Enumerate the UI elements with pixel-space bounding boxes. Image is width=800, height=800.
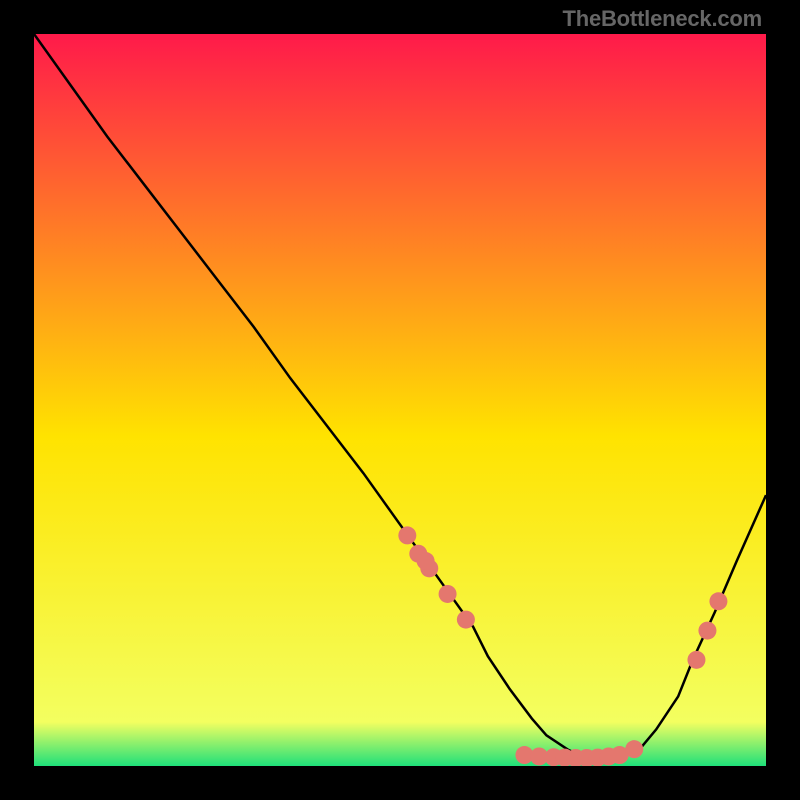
curve-marker [417,552,435,570]
curve-marker [698,622,716,640]
curve-marker [398,526,416,544]
gradient-background [34,34,766,766]
curve-marker [709,592,727,610]
chart-stage: TheBottleneck.com [0,0,800,800]
attribution-label: TheBottleneck.com [562,6,762,32]
curve-marker [439,585,457,603]
curve-marker [625,740,643,758]
curve-marker [687,651,705,669]
curve-marker [457,611,475,629]
bottleneck-curve-chart [34,34,766,766]
